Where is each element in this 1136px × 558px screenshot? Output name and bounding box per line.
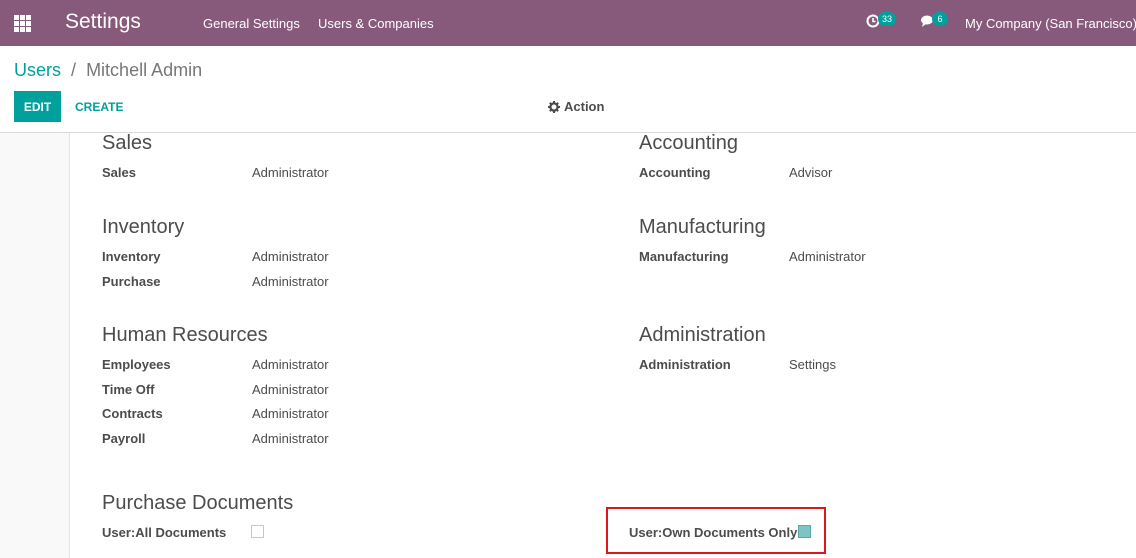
edit-button[interactable]: EDIT	[14, 91, 61, 122]
action-label: Action	[564, 99, 605, 114]
field-value-payroll[interactable]: Administrator	[252, 431, 329, 446]
field-value-inventory[interactable]: Administrator	[252, 249, 329, 264]
field-value-sales[interactable]: Administrator	[252, 165, 329, 180]
field-value-manufacturing[interactable]: Administrator	[789, 249, 866, 264]
field-label-time-off: Time Off	[102, 382, 155, 397]
field-value-time-off[interactable]: Administrator	[252, 382, 329, 397]
create-button[interactable]: CREATE	[75, 100, 123, 114]
field-label-administration: Administration	[639, 357, 731, 372]
company-switcher[interactable]: My Company (San Francisco)	[965, 16, 1136, 31]
section-title-sales: Sales	[102, 132, 153, 154]
breadcrumb-separator: /	[71, 60, 77, 80]
field-label-contracts: Contracts	[102, 406, 163, 421]
apps-grid-icon[interactable]	[14, 15, 31, 32]
action-menu[interactable]: Action	[548, 99, 604, 114]
activity-count-badge: 33	[878, 12, 897, 26]
section-title-administration: Administration	[639, 324, 766, 346]
field-value-purchase[interactable]: Administrator	[252, 274, 329, 289]
breadcrumb-current: Mitchell Admin	[86, 60, 203, 80]
control-panel: Users / Mitchell Admin EDIT CREATE Actio…	[0, 46, 1136, 133]
field-value-administration[interactable]: Settings	[789, 357, 836, 372]
top-navbar: Settings General Settings Users & Compan…	[0, 0, 1136, 46]
app-title: Settings	[65, 10, 141, 33]
field-label-sales: Sales	[102, 165, 136, 180]
field-label-inventory: Inventory	[102, 249, 161, 264]
field-label-purchase: Purchase	[102, 274, 161, 289]
section-title-manufacturing: Manufacturing	[639, 216, 766, 238]
field-value-employees[interactable]: Administrator	[252, 357, 329, 372]
field-value-contracts[interactable]: Administrator	[252, 406, 329, 421]
section-title-inventory: Inventory	[102, 216, 185, 238]
own-documents-checkbox[interactable]	[798, 525, 811, 538]
field-label-payroll: Payroll	[102, 431, 146, 446]
field-label-manufacturing: Manufacturing	[639, 249, 729, 264]
section-title-human-resources: Human Resources	[102, 324, 268, 346]
field-label-all-documents: User:All Documents	[102, 525, 227, 540]
menu-general-settings[interactable]: General Settings	[203, 16, 300, 31]
field-label-own-documents: User:Own Documents Only	[629, 525, 798, 540]
messages-count-badge: 6	[932, 12, 948, 26]
field-value-accounting[interactable]: Advisor	[789, 165, 832, 180]
gear-icon	[548, 100, 560, 113]
field-label-accounting: Accounting	[639, 165, 711, 180]
field-label-employees: Employees	[102, 357, 171, 372]
breadcrumb: Users / Mitchell Admin	[14, 60, 202, 81]
section-title-purchase-documents: Purchase Documents	[102, 492, 294, 514]
menu-users-companies[interactable]: Users & Companies	[318, 16, 434, 31]
breadcrumb-users-link[interactable]: Users	[14, 60, 61, 80]
section-title-accounting: Accounting	[639, 132, 738, 154]
all-documents-checkbox[interactable]	[251, 525, 264, 538]
